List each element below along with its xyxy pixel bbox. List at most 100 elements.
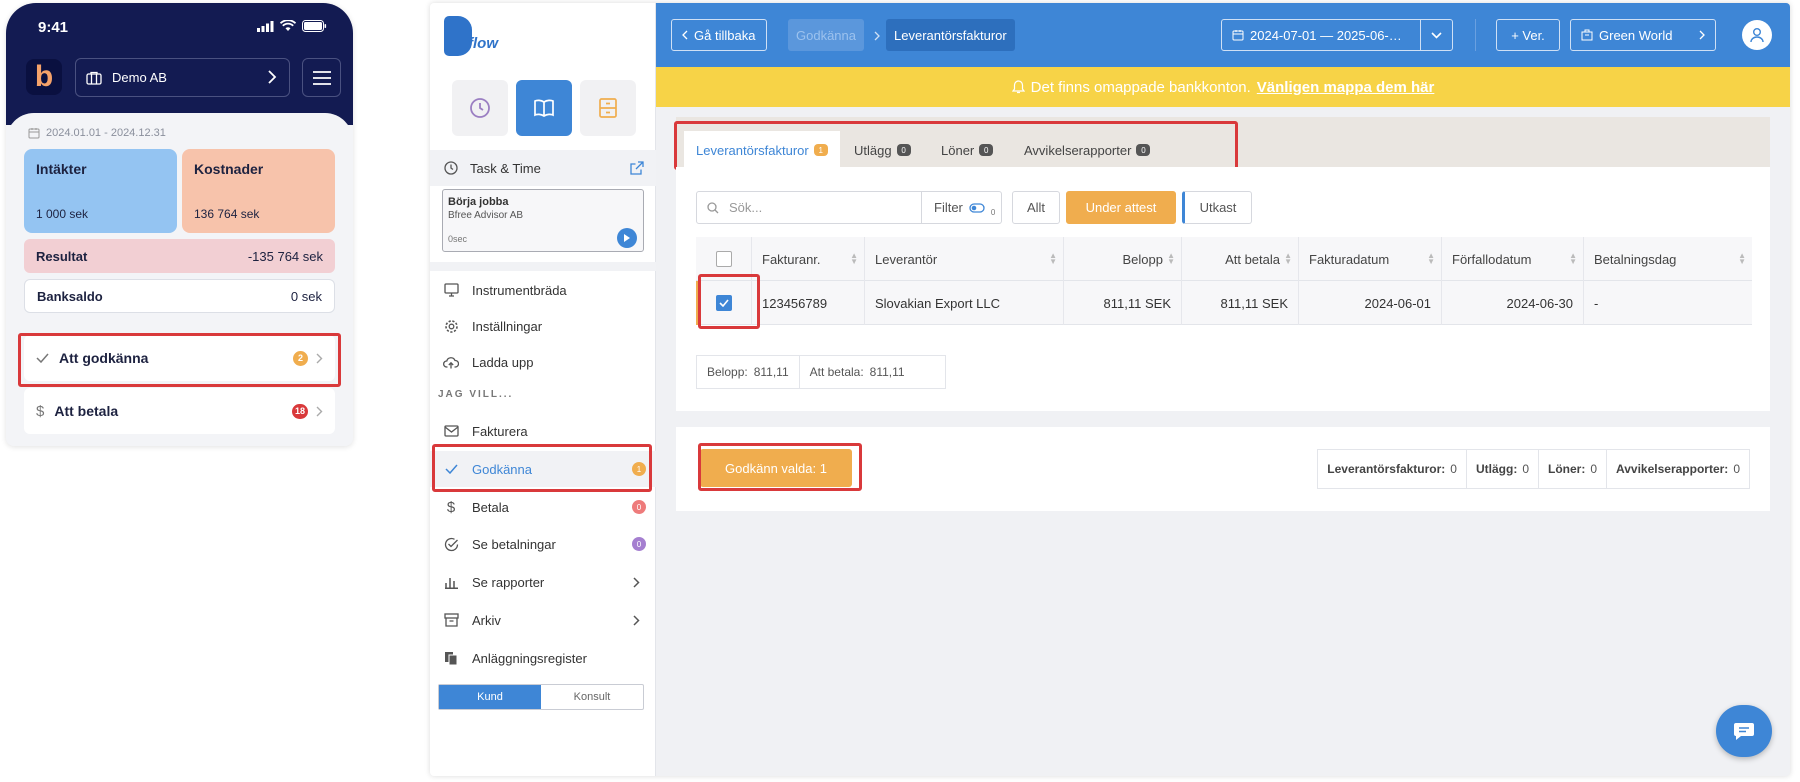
- table-row[interactable]: 123456789 Slovakian Export LLC 811,11 SE…: [696, 281, 1752, 325]
- archive-mode-button[interactable]: [580, 80, 636, 136]
- column-header[interactable]: Fakturanr. ▲ ▼: [752, 237, 865, 281]
- back-button[interactable]: Gå tillbaka: [671, 19, 767, 51]
- tab-count: 1: [813, 144, 828, 156]
- nav-archive[interactable]: Arkiv: [430, 602, 656, 638]
- chat-button[interactable]: [1716, 705, 1772, 757]
- table-header-row: Fakturanr. ▲ ▼ Leverantör ▲ ▼ Belopp ▲ ▼ Att b…: [696, 237, 1752, 281]
- to-approve-row[interactable]: Att godkänna 2: [24, 335, 335, 381]
- column-header[interactable]: Förfallodatum ▲ ▼: [1442, 237, 1584, 281]
- app-logo[interactable]: b: [26, 59, 62, 95]
- play-button[interactable]: [617, 228, 637, 248]
- company-selector[interactable]: Green World: [1570, 19, 1716, 51]
- company-name: Green World: [1599, 27, 1673, 43]
- bank-balance-row[interactable]: Banksaldo 0 sek: [24, 279, 335, 313]
- cloud-upload-icon: [443, 356, 459, 369]
- nav-label: Instrumentbräda: [472, 282, 567, 298]
- nav-label: Fakturera: [472, 423, 528, 439]
- nav-pay[interactable]: $ Betala 0: [430, 489, 656, 525]
- filter-draft[interactable]: Utkast: [1182, 191, 1252, 224]
- to-pay-row[interactable]: $ Att betala 18: [24, 388, 335, 434]
- chevron-right-icon: [1699, 30, 1705, 40]
- filter-button[interactable]: Filter 0: [922, 191, 1002, 224]
- toggle-customer[interactable]: Kund: [439, 685, 541, 709]
- brand-logo[interactable]: flow: [444, 16, 504, 58]
- filter-under-attest[interactable]: Under attest: [1066, 191, 1176, 224]
- result-row[interactable]: Resultat -135 764 sek: [24, 239, 335, 273]
- sidebar: flow Task & Time Börja jobba Bfree Advis…: [430, 3, 656, 776]
- role-toggle: Kund Konsult: [438, 684, 644, 710]
- summary-item: Utlägg: 0: [1467, 450, 1539, 488]
- result-label: Resultat: [36, 248, 88, 264]
- calendar-icon: [28, 128, 40, 139]
- hamburger-menu-button[interactable]: [302, 58, 341, 97]
- column-label: Att betala: [1225, 251, 1280, 267]
- tab-salaries[interactable]: Löner 0: [929, 131, 1005, 169]
- task-time-header[interactable]: Task & Time: [430, 150, 656, 186]
- back-label: Gå tillbaka: [694, 27, 756, 43]
- total-amount: Belopp: 811,11: [697, 356, 800, 388]
- row-select-cell: [696, 281, 752, 325]
- banner-text: Det finns omappade bankkonton.: [1030, 78, 1251, 96]
- user-avatar[interactable]: [1742, 20, 1772, 50]
- cell-supplier: Slovakian Export LLC: [865, 281, 1064, 325]
- nav-payments[interactable]: Se betalningar 0: [430, 526, 656, 562]
- column-header[interactable]: Belopp ▲ ▼: [1064, 237, 1182, 281]
- nav-invoice[interactable]: Fakturera: [430, 413, 656, 449]
- breadcrumb-approve[interactable]: Godkänna: [788, 19, 864, 51]
- cell-invoice-date: 2024-06-01: [1299, 281, 1442, 325]
- chevron-right-icon: [633, 576, 640, 588]
- cost-card[interactable]: Kostnader 136 764 sek: [182, 149, 335, 233]
- select-all-checkbox[interactable]: [715, 251, 732, 267]
- sort-icon: ▲ ▼: [1167, 251, 1175, 266]
- tab-expenses[interactable]: Utlägg 0: [842, 131, 923, 169]
- summary-value: 0: [1590, 462, 1598, 476]
- summary-value: 0: [1522, 462, 1529, 476]
- column-header[interactable]: Att betala ▲ ▼: [1182, 237, 1299, 281]
- task-card[interactable]: Börja jobba Bfree Advisor AB 0sec: [442, 189, 644, 252]
- tab-count: 0: [896, 144, 911, 156]
- check-circle-icon: [443, 537, 459, 552]
- summary-value: 0: [1733, 462, 1740, 476]
- summary-item: Leverantörsfakturor: 0: [1318, 450, 1467, 488]
- bank-label: Banksaldo: [37, 288, 103, 304]
- toggle-consultant[interactable]: Konsult: [541, 685, 643, 709]
- chevron-down-icon[interactable]: [1420, 20, 1452, 50]
- date-range-picker[interactable]: 2024-07-01 — 2025-06-…: [1221, 19, 1453, 51]
- filter-all[interactable]: Allt: [1012, 191, 1060, 224]
- tab-deviation-reports[interactable]: Avvikelserapporter 0: [1012, 131, 1162, 169]
- cost-value: 136 764 sek: [194, 207, 260, 221]
- add-voucher-button[interactable]: + Ver.: [1496, 19, 1560, 51]
- nav-asset-register[interactable]: Anläggningsregister: [430, 640, 656, 676]
- nav-approve[interactable]: Godkänna 1: [430, 451, 656, 487]
- status-icons: [257, 20, 327, 32]
- time-mode-button[interactable]: [452, 80, 508, 136]
- date-range[interactable]: 2024.01.01 - 2024.12.31: [28, 127, 166, 139]
- income-card[interactable]: Intäkter 1 000 sek: [24, 149, 177, 233]
- external-link-icon[interactable]: [630, 161, 644, 175]
- calendar-icon: [1232, 30, 1244, 41]
- column-header[interactable]: Fakturadatum ▲ ▼: [1299, 237, 1442, 281]
- totals-bar: Belopp: 811,11 Att betala: 811,11: [696, 355, 946, 389]
- column-label: Belopp: [1122, 251, 1163, 267]
- total-to-pay-value: 811,11: [869, 365, 905, 379]
- nav-settings[interactable]: Inställningar: [430, 308, 656, 344]
- signal-icon: [257, 20, 274, 32]
- nav-upload[interactable]: Ladda upp: [430, 344, 656, 380]
- sort-icon: ▲ ▼: [1738, 251, 1746, 266]
- column-header[interactable]: Betalningsdag ▲ ▼: [1584, 237, 1752, 281]
- brand-text: flow: [468, 35, 498, 52]
- sort-icon: ▲ ▼: [1569, 251, 1577, 266]
- nav-reports[interactable]: Se rapporter: [430, 564, 656, 600]
- nav-dashboard[interactable]: Instrumentbräda: [430, 272, 656, 308]
- banner-link[interactable]: Vänligen mappa dem här: [1257, 79, 1435, 96]
- search-input[interactable]: Sök...: [696, 191, 922, 224]
- row-checkbox[interactable]: [715, 295, 732, 311]
- total-to-pay: Att betala: 811,11: [800, 356, 945, 388]
- mode-switcher: [452, 80, 636, 136]
- accounting-mode-button[interactable]: [516, 80, 572, 136]
- approve-selected-button[interactable]: Godkänn valda: 1: [700, 449, 852, 487]
- column-header[interactable]: Leverantör ▲ ▼: [865, 237, 1064, 281]
- tab-supplier-invoices[interactable]: Leverantörsfakturor 1: [684, 131, 840, 169]
- company-selector[interactable]: Demo AB: [75, 58, 290, 97]
- building-icon: [1581, 29, 1593, 41]
